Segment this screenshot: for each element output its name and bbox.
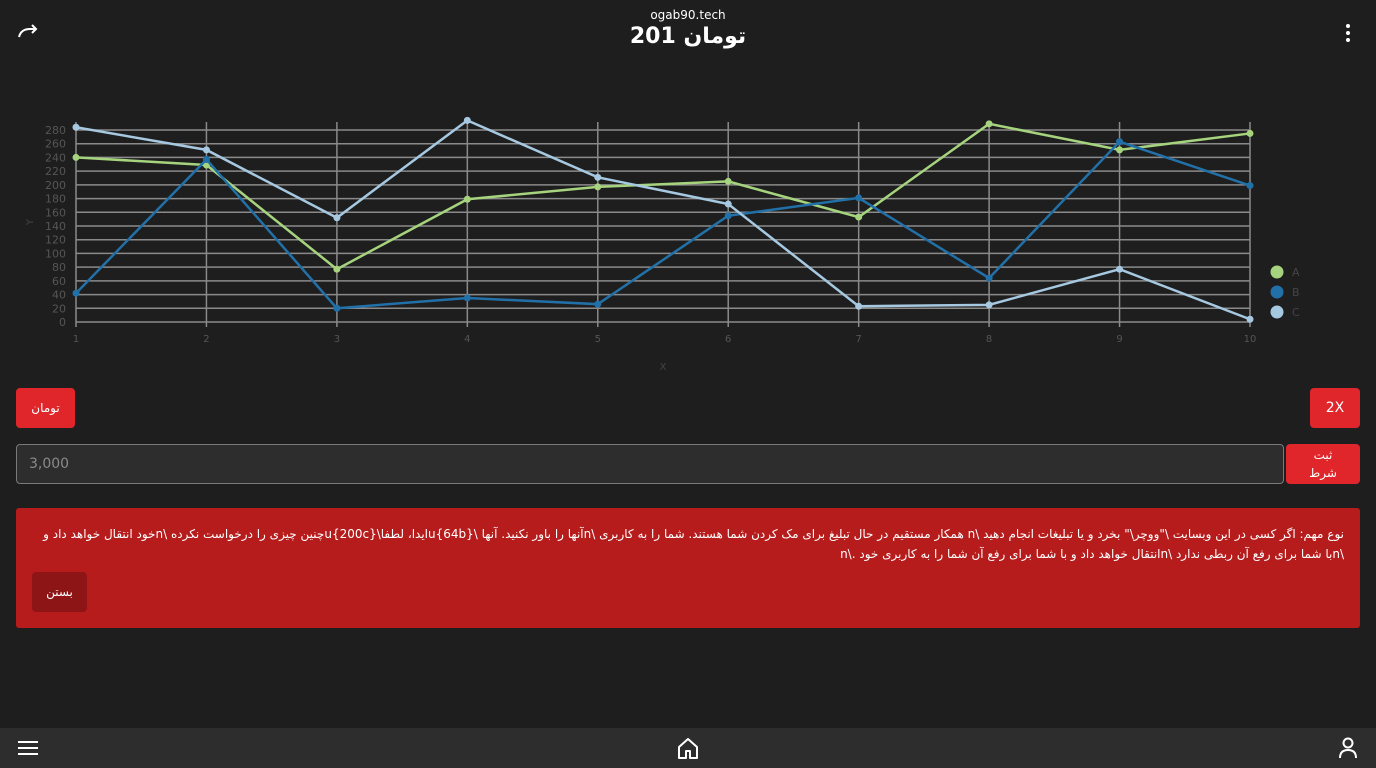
y-tick-label: 100 [45,247,66,260]
data-point-A [594,183,602,191]
x-tick-label: 7 [855,334,861,345]
data-point-C [594,173,602,181]
data-point-A [463,195,471,203]
warning-alert: نوع مهم: اگر کسی در این وبسایت \"ووچر\" … [16,508,1360,628]
x-tick-label: 8 [986,334,992,345]
legend-label-C: C [1292,306,1300,319]
data-point-C [1246,315,1254,323]
legend-marker-A [1270,265,1284,279]
header-domain: ogab90.tech [650,8,726,22]
more-vertical-icon[interactable] [1336,20,1360,46]
y-tick-label: 200 [45,179,66,192]
data-point-C [1116,265,1124,273]
y-tick-label: 180 [45,193,66,206]
data-point-A [1246,129,1254,137]
data-point-B [724,212,732,220]
data-point-B [1246,182,1254,190]
data-point-C [985,301,993,309]
x-tick-label: 2 [203,334,209,345]
legend-marker-B [1270,285,1284,299]
alert-message: نوع مهم: اگر کسی در این وبسایت \"ووچر\" … [43,527,1344,561]
x-axis-label: X [660,362,667,373]
data-point-A [985,120,993,128]
menu-icon[interactable] [16,736,40,760]
y-tick-label: 80 [52,261,66,274]
y-tick-label: 20 [52,302,66,315]
series-line-B [75,140,1251,310]
legend-marker-C [1270,305,1284,319]
legend-label-A: A [1292,266,1300,279]
data-point-A [72,153,80,161]
data-point-C [72,123,80,131]
submit-label-line2: شرط [1309,466,1337,480]
submit-bet-button[interactable]: ثبت شرط [1286,444,1360,484]
x-tick-label: 9 [1116,334,1122,345]
close-alert-button[interactable]: بستن [32,572,87,612]
data-point-C [855,302,863,310]
page-title: 201 تومان [629,24,747,49]
refresh-icon[interactable] [14,20,42,44]
data-point-B [72,289,80,297]
data-point-B [985,274,993,282]
chart-grid [75,122,1251,327]
data-point-A [1116,146,1124,154]
double-bet-button[interactable]: 2X [1310,388,1360,428]
chart-series [72,116,1254,323]
x-tick-label: 10 [1244,334,1257,345]
bet-amount-input[interactable] [16,444,1284,484]
home-icon[interactable] [676,736,700,760]
y-tick-label: 0 [59,316,66,329]
data-point-B [1116,138,1124,146]
data-point-B [202,155,210,163]
x-tick-label: 1 [73,334,79,345]
bottom-navigation [0,728,1376,768]
x-tick-label: 5 [595,334,601,345]
data-point-A [855,213,863,221]
y-tick-label: 280 [45,124,66,137]
chart-legend: ABC [1270,265,1300,319]
y-tick-label: 160 [45,206,66,219]
y-tick-label: 60 [52,275,66,288]
data-point-B [594,300,602,308]
data-point-B [855,194,863,202]
x-tick-label: 3 [334,334,340,345]
y-tick-label: 40 [52,289,66,302]
data-point-A [333,265,341,273]
data-point-A [724,177,732,185]
y-tick-label: 240 [45,151,66,164]
y-tick-label: 220 [45,165,66,178]
y-tick-label: 140 [45,220,66,233]
data-point-C [463,116,471,124]
y-tick-label: 120 [45,234,66,247]
legend-label-B: B [1292,286,1300,299]
data-point-C [333,214,341,222]
series-line-C [75,118,1251,321]
x-tick-label: 6 [725,334,731,345]
data-point-B [463,294,471,302]
data-point-C [724,200,732,208]
y-tick-label: 260 [45,138,66,151]
x-tick-label: 4 [464,334,470,345]
toman-button[interactable]: تومان [16,388,75,428]
data-point-B [333,304,341,312]
y-axis-label: Y [25,218,36,226]
submit-label-line1: ثبت [1313,448,1333,462]
data-point-C [202,146,210,154]
line-chart: 020406080100120140160180200220240260280 1… [25,116,1300,373]
series-line-A [75,122,1251,271]
user-icon[interactable] [1336,736,1360,760]
